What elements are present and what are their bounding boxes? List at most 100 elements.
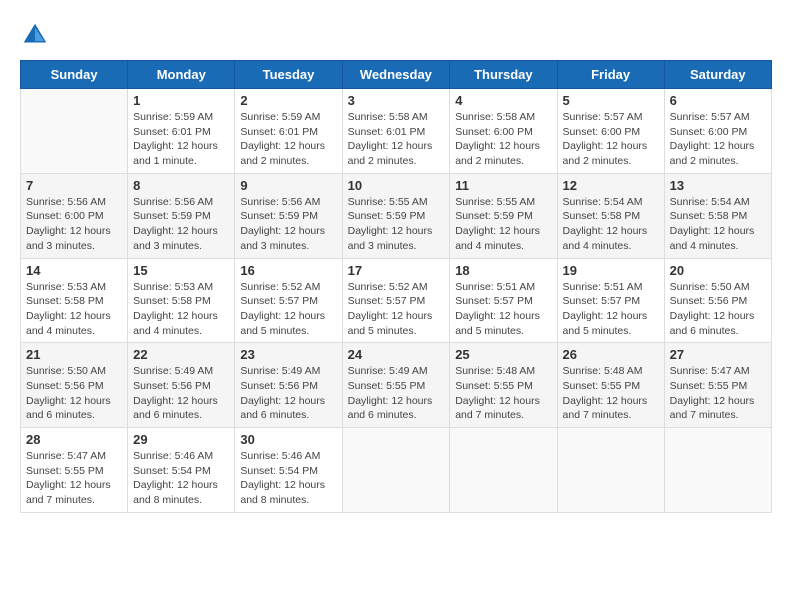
calendar-cell: 9 Sunrise: 5:56 AM Sunset: 5:59 PM Daylig… xyxy=(235,173,342,258)
day-info: Sunrise: 5:46 AM Sunset: 5:54 PM Dayligh… xyxy=(133,449,229,508)
day-info: Sunrise: 5:50 AM Sunset: 5:56 PM Dayligh… xyxy=(670,280,766,339)
day-info: Sunrise: 5:54 AM Sunset: 5:58 PM Dayligh… xyxy=(670,195,766,254)
day-info: Sunrise: 5:55 AM Sunset: 5:59 PM Dayligh… xyxy=(348,195,445,254)
calendar-cell: 21Sunrise: 5:50 AM Sunset: 5:56 PM Dayli… xyxy=(21,343,128,428)
day-number: 5 xyxy=(563,93,659,108)
calendar-cell xyxy=(664,428,771,513)
day-number: 8 xyxy=(133,178,229,193)
day-info: Sunrise: 5:55 AM Sunset: 5:59 PM Dayligh… xyxy=(455,195,551,254)
day-number: 24 xyxy=(348,347,445,362)
day-number: 26 xyxy=(563,347,659,362)
day-number: 12 xyxy=(563,178,659,193)
calendar-cell: 27Sunrise: 5:47 AM Sunset: 5:55 PM Dayli… xyxy=(664,343,771,428)
day-number: 22 xyxy=(133,347,229,362)
calendar-cell: 28 Sunrise: 5:47 AM Sunset: 5:55 PM Dayli… xyxy=(21,428,128,513)
calendar-cell: 16 Sunrise: 5:52 AM Sunset: 5:57 PM Dayli… xyxy=(235,258,342,343)
day-info: Sunrise: 5:53 AM Sunset: 5:58 PM Dayligh… xyxy=(133,280,229,339)
calendar-table: SundayMondayTuesdayWednesdayThursdayFrid… xyxy=(20,60,772,513)
day-info: Sunrise: 5:56 AM Sunset: 5:59 PM Dayligh… xyxy=(240,195,336,254)
logo-icon xyxy=(20,20,50,50)
calendar-cell: 10 Sunrise: 5:55 AM Sunset: 5:59 PM Dayli… xyxy=(342,173,450,258)
day-number: 3 xyxy=(348,93,445,108)
day-info: Sunrise: 5:49 AM Sunset: 5:56 PM Dayligh… xyxy=(240,364,336,423)
calendar-cell: 15 Sunrise: 5:53 AM Sunset: 5:58 PM Dayli… xyxy=(128,258,235,343)
day-info: Sunrise: 5:49 AM Sunset: 5:56 PM Dayligh… xyxy=(133,364,229,423)
day-info: Sunrise: 5:57 AM Sunset: 6:00 PM Dayligh… xyxy=(563,110,659,169)
calendar-cell: 2 Sunrise: 5:59 AM Sunset: 6:01 PM Daylig… xyxy=(235,89,342,174)
day-info: Sunrise: 5:51 AM Sunset: 5:57 PM Dayligh… xyxy=(455,280,551,339)
weekday-header: Friday xyxy=(557,61,664,89)
calendar-cell: 24Sunrise: 5:49 AM Sunset: 5:55 PM Dayli… xyxy=(342,343,450,428)
calendar-cell: 3 Sunrise: 5:58 AM Sunset: 6:01 PM Daylig… xyxy=(342,89,450,174)
day-number: 13 xyxy=(670,178,766,193)
day-number: 25 xyxy=(455,347,551,362)
calendar-cell: 6 Sunrise: 5:57 AM Sunset: 6:00 PM Daylig… xyxy=(664,89,771,174)
calendar-cell xyxy=(342,428,450,513)
calendar-cell: 30 Sunrise: 5:46 AM Sunset: 5:54 PM Dayli… xyxy=(235,428,342,513)
calendar-cell xyxy=(450,428,557,513)
calendar-cell xyxy=(21,89,128,174)
calendar-week-row: 14Sunrise: 5:53 AM Sunset: 5:58 PM Dayli… xyxy=(21,258,772,343)
day-number: 9 xyxy=(240,178,336,193)
calendar-cell: 7 Sunrise: 5:56 AM Sunset: 6:00 PM Daylig… xyxy=(21,173,128,258)
calendar-cell: 23 Sunrise: 5:49 AM Sunset: 5:56 PM Dayli… xyxy=(235,343,342,428)
day-number: 10 xyxy=(348,178,445,193)
day-number: 2 xyxy=(240,93,336,108)
day-number: 6 xyxy=(670,93,766,108)
day-info: Sunrise: 5:48 AM Sunset: 5:55 PM Dayligh… xyxy=(455,364,551,423)
day-info: Sunrise: 5:59 AM Sunset: 6:01 PM Dayligh… xyxy=(240,110,336,169)
day-number: 27 xyxy=(670,347,766,362)
weekday-header: Tuesday xyxy=(235,61,342,89)
calendar-cell: 20 Sunrise: 5:50 AM Sunset: 5:56 PM Dayli… xyxy=(664,258,771,343)
calendar-cell: 1 Sunrise: 5:59 AM Sunset: 6:01 PM Daylig… xyxy=(128,89,235,174)
day-info: Sunrise: 5:52 AM Sunset: 5:57 PM Dayligh… xyxy=(348,280,445,339)
weekday-header: Saturday xyxy=(664,61,771,89)
day-number: 4 xyxy=(455,93,551,108)
calendar-cell: 25 Sunrise: 5:48 AM Sunset: 5:55 PM Dayli… xyxy=(450,343,557,428)
day-number: 7 xyxy=(26,178,122,193)
logo xyxy=(20,20,54,50)
calendar-cell: 29 Sunrise: 5:46 AM Sunset: 5:54 PM Dayli… xyxy=(128,428,235,513)
day-number: 28 xyxy=(26,432,122,447)
weekday-header-row: SundayMondayTuesdayWednesdayThursdayFrid… xyxy=(21,61,772,89)
calendar-cell: 17 Sunrise: 5:52 AM Sunset: 5:57 PM Dayli… xyxy=(342,258,450,343)
day-info: Sunrise: 5:51 AM Sunset: 5:57 PM Dayligh… xyxy=(563,280,659,339)
day-number: 29 xyxy=(133,432,229,447)
calendar-cell: 14Sunrise: 5:53 AM Sunset: 5:58 PM Dayli… xyxy=(21,258,128,343)
calendar-cell: 4 Sunrise: 5:58 AM Sunset: 6:00 PM Daylig… xyxy=(450,89,557,174)
day-number: 16 xyxy=(240,263,336,278)
day-number: 30 xyxy=(240,432,336,447)
day-info: Sunrise: 5:57 AM Sunset: 6:00 PM Dayligh… xyxy=(670,110,766,169)
day-number: 18 xyxy=(455,263,551,278)
day-number: 17 xyxy=(348,263,445,278)
day-number: 1 xyxy=(133,93,229,108)
day-info: Sunrise: 5:56 AM Sunset: 6:00 PM Dayligh… xyxy=(26,195,122,254)
day-number: 20 xyxy=(670,263,766,278)
day-info: Sunrise: 5:54 AM Sunset: 5:58 PM Dayligh… xyxy=(563,195,659,254)
calendar-cell: 26 Sunrise: 5:48 AM Sunset: 5:55 PM Dayli… xyxy=(557,343,664,428)
day-number: 19 xyxy=(563,263,659,278)
day-number: 11 xyxy=(455,178,551,193)
day-info: Sunrise: 5:47 AM Sunset: 5:55 PM Dayligh… xyxy=(26,449,122,508)
calendar-week-row: 1 Sunrise: 5:59 AM Sunset: 6:01 PM Daylig… xyxy=(21,89,772,174)
day-number: 15 xyxy=(133,263,229,278)
day-info: Sunrise: 5:48 AM Sunset: 5:55 PM Dayligh… xyxy=(563,364,659,423)
calendar-week-row: 7 Sunrise: 5:56 AM Sunset: 6:00 PM Daylig… xyxy=(21,173,772,258)
day-info: Sunrise: 5:56 AM Sunset: 5:59 PM Dayligh… xyxy=(133,195,229,254)
weekday-header: Wednesday xyxy=(342,61,450,89)
calendar-week-row: 21Sunrise: 5:50 AM Sunset: 5:56 PM Dayli… xyxy=(21,343,772,428)
day-info: Sunrise: 5:58 AM Sunset: 6:01 PM Dayligh… xyxy=(348,110,445,169)
weekday-header: Sunday xyxy=(21,61,128,89)
day-number: 21 xyxy=(26,347,122,362)
day-info: Sunrise: 5:52 AM Sunset: 5:57 PM Dayligh… xyxy=(240,280,336,339)
weekday-header: Thursday xyxy=(450,61,557,89)
calendar-cell xyxy=(557,428,664,513)
day-info: Sunrise: 5:53 AM Sunset: 5:58 PM Dayligh… xyxy=(26,280,122,339)
day-number: 23 xyxy=(240,347,336,362)
calendar-cell: 5 Sunrise: 5:57 AM Sunset: 6:00 PM Daylig… xyxy=(557,89,664,174)
calendar-cell: 18 Sunrise: 5:51 AM Sunset: 5:57 PM Dayli… xyxy=(450,258,557,343)
day-info: Sunrise: 5:46 AM Sunset: 5:54 PM Dayligh… xyxy=(240,449,336,508)
day-info: Sunrise: 5:58 AM Sunset: 6:00 PM Dayligh… xyxy=(455,110,551,169)
calendar-week-row: 28 Sunrise: 5:47 AM Sunset: 5:55 PM Dayli… xyxy=(21,428,772,513)
day-info: Sunrise: 5:59 AM Sunset: 6:01 PM Dayligh… xyxy=(133,110,229,169)
